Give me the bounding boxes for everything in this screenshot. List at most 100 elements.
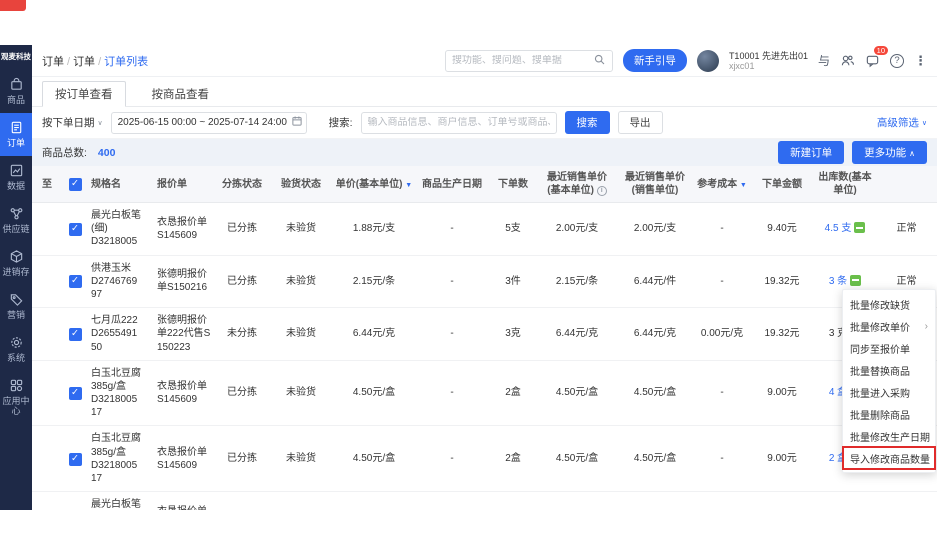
unit-tool-icon[interactable] <box>850 275 861 286</box>
table-row[interactable]: ✓ 白玉北豆腐 385g/盒 D3218005 17 衣恳报价单 S145609… <box>32 360 937 426</box>
col-spec-name: 规格名 <box>88 166 154 203</box>
unit-price-cell: 2.00元/支 <box>332 492 416 510</box>
more-menu-item[interactable]: 批量替换商品 <box>843 359 935 381</box>
spec-name-cell: 晨光白板笔 (细) D3218005 <box>88 203 154 256</box>
table-body: ✓ 晨光白板笔 (细) D3218005 衣恳报价单 S145609 已分拣 未… <box>32 203 937 511</box>
sorting-status-cell: 已分拣 <box>214 360 270 426</box>
quote-cell: 衣恳报价单 S145609 <box>154 492 214 510</box>
table-row[interactable]: ✓ 供港玉米 D2746769 97 张德明报价 单S150216 已分拣 未验… <box>32 255 937 308</box>
row-checkbox[interactable]: ✓ <box>69 275 82 288</box>
filter-search-box[interactable] <box>361 112 557 134</box>
row-gutter <box>32 492 62 510</box>
col-seq[interactable]: 至 <box>32 166 62 203</box>
view-tabs: 按订单查看 按商品查看 <box>32 77 937 107</box>
message-badge: 10 <box>874 46 888 55</box>
table-row[interactable]: ✓ 晨光白板笔 (细) D3218005 衣恳报价单 S145609 未分拣 未… <box>32 492 937 510</box>
new-order-button[interactable]: 新建订单 <box>778 141 844 164</box>
sidebar-item-goods[interactable]: 商品 <box>0 70 32 113</box>
more-menu-item[interactable]: 批量删除商品 <box>843 403 935 425</box>
avatar[interactable] <box>697 50 719 72</box>
contacts-icon[interactable] <box>840 53 855 68</box>
more-menu-item[interactable]: 同步至报价单 <box>843 337 935 359</box>
row-checkbox[interactable]: ✓ <box>69 453 82 466</box>
more-menu-item[interactable]: 批量进入采购 <box>843 381 935 403</box>
breadcrumb-orders2[interactable]: 订单 <box>73 56 95 68</box>
row-checkbox[interactable]: ✓ <box>69 328 82 341</box>
sidebar-item-marketing[interactable]: 营销 <box>0 285 32 328</box>
info-icon[interactable]: i <box>597 186 607 196</box>
message-icon[interactable]: 10 <box>865 53 880 68</box>
breadcrumb: 订单/订单/订单列表 <box>42 53 148 69</box>
col-unit-price[interactable]: 单价(基本单位) ▼ <box>332 166 416 203</box>
row-select-cell: ✓ <box>62 203 88 256</box>
export-button[interactable]: 导出 <box>618 111 663 134</box>
tab-by-order[interactable]: 按订单查看 <box>42 81 126 107</box>
newbie-guide-button[interactable]: 新手引导 <box>623 49 687 72</box>
quote-cell: 衣恳报价单 S145609 <box>154 360 214 426</box>
date-type-select[interactable]: 按下单日期∨ <box>42 115 103 130</box>
date-range-picker[interactable]: 2025-06-15 00:00 ~ 2025-07-14 24:00 <box>111 112 307 134</box>
col-outbound-qty: 出库数(基本单位) <box>814 166 876 203</box>
inspection-status-cell: 未验货 <box>270 308 332 361</box>
sidebar-item-orders[interactable]: 订单 <box>0 113 32 156</box>
recent-price-sale-cell: 4.50元/盒 <box>616 360 694 426</box>
inspection-status-cell: 未验货 <box>270 426 332 492</box>
row-checkbox[interactable]: ✓ <box>69 387 82 400</box>
sidebar-item-data[interactable]: 数据 <box>0 156 32 199</box>
sidebar-item-inventory[interactable]: 进销存 <box>0 242 32 285</box>
col-reference-cost[interactable]: 参考成本 ▼ <box>694 166 750 203</box>
gear-icon <box>9 335 24 350</box>
total-count-label: 商品总数: <box>42 145 87 160</box>
more-menu-item[interactable]: 批量修改单价 › <box>843 315 935 337</box>
tab-by-product[interactable]: 按商品查看 <box>140 82 222 106</box>
sort-icon[interactable]: ▼ <box>740 182 747 189</box>
advanced-filter-toggle[interactable]: 高级筛选∨ <box>877 115 927 130</box>
cube-icon <box>9 249 24 264</box>
language-icon[interactable]: 与 <box>818 52 830 69</box>
global-search-box[interactable] <box>445 50 613 72</box>
reference-cost-cell: - <box>694 255 750 308</box>
global-search-input[interactable] <box>452 55 589 66</box>
filter-search-input[interactable] <box>368 117 550 128</box>
row-checkbox[interactable]: ✓ <box>69 223 82 236</box>
table-row[interactable]: ✓ 晨光白板笔 (细) D3218005 衣恳报价单 S145609 已分拣 未… <box>32 203 937 256</box>
breadcrumb-orders[interactable]: 订单 <box>42 56 64 68</box>
search-icon[interactable] <box>593 53 606 69</box>
user-account: xjxc01 <box>729 61 808 71</box>
outbound-qty-value[interactable]: 4.5 支 <box>825 223 852 234</box>
row-select-cell: ✓ <box>62 492 88 510</box>
table-row[interactable]: ✓ 白玉北豆腐 385g/盒 D3218005 17 衣恳报价单 S145609… <box>32 426 937 492</box>
reference-cost-cell: - <box>694 492 750 510</box>
sidebar-item-supply-chain[interactable]: 供应链 <box>0 199 32 242</box>
col-production-date: 商品生产日期 <box>416 166 488 203</box>
more-menu-item[interactable]: 批量修改生产日期 <box>843 425 935 447</box>
calendar-icon <box>291 115 303 130</box>
supply-chain-icon <box>9 206 24 221</box>
row-gutter <box>32 203 62 256</box>
order-amount-cell: 9.00元 <box>750 360 814 426</box>
help-icon[interactable]: ? <box>890 54 904 68</box>
unit-price-cell: 2.15元/条 <box>332 255 416 308</box>
breadcrumb-order-list[interactable]: 订单列表 <box>104 56 148 68</box>
more-menu-item[interactable]: 导入修改商品数量 <box>843 447 935 469</box>
sort-icon[interactable]: ▼ <box>405 182 412 189</box>
order-qty-cell: 5支 <box>488 203 538 256</box>
production-date-cell: - <box>416 492 488 510</box>
user-meta[interactable]: T10001 先进先出01 xjxc01 <box>729 51 808 71</box>
production-date-cell: - <box>416 426 488 492</box>
select-all-checkbox[interactable]: ✓ <box>69 178 82 191</box>
more-menu-item[interactable]: 批量修改缺货 <box>843 293 935 315</box>
more-options-icon[interactable]: ⋮ <box>914 53 927 69</box>
sidebar-item-app-center[interactable]: 应用中心 <box>0 371 32 424</box>
sidebar-item-system[interactable]: 系统 <box>0 328 32 371</box>
outbound-qty-value[interactable]: 3 条 <box>829 276 847 287</box>
table-row[interactable]: ✓ 七月瓜222 D2655491 50 张德明报价 单222代售S 15022… <box>32 308 937 361</box>
unit-price-cell: 6.44元/克 <box>332 308 416 361</box>
unit-tool-icon[interactable] <box>854 222 865 233</box>
recent-price-sale-cell: 2.00元/支 <box>616 492 694 510</box>
app-logo: 观麦科技 <box>0 45 32 70</box>
order-amount-cell: 10.00元 <box>750 492 814 510</box>
search-button[interactable]: 搜索 <box>565 111 610 134</box>
more-functions-button[interactable]: 更多功能∧ <box>852 141 927 164</box>
row-select-cell: ✓ <box>62 360 88 426</box>
